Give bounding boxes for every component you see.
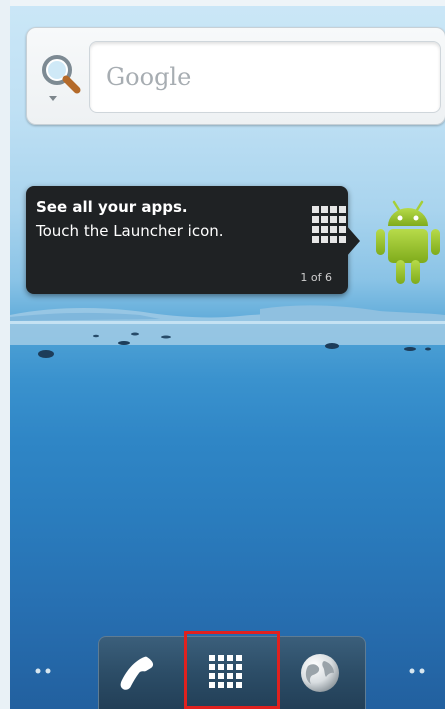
magnifier-icon[interactable] [37, 52, 85, 104]
android-robot-icon [376, 200, 440, 284]
horizon-mountains [10, 305, 445, 345]
tip-arrow [346, 225, 360, 257]
search-placeholder: Google [106, 63, 192, 91]
page-dots-left[interactable] [34, 667, 54, 675]
left-edge [0, 0, 10, 709]
phone-icon[interactable] [117, 653, 157, 693]
launcher-highlight-box [184, 631, 280, 709]
launcher-grid-icon [312, 206, 346, 243]
tip-text: Touch the Launcher icon. [36, 222, 224, 240]
browser-globe-icon[interactable] [298, 651, 342, 695]
page-dots-right[interactable] [406, 667, 426, 675]
tip-page-counter: 1 of 6 [300, 271, 332, 284]
search-input[interactable]: Google [89, 41, 441, 113]
home-screen: Google See all your apps. Touch the Laun… [0, 0, 445, 709]
google-search-widget[interactable]: Google [26, 27, 445, 125]
launcher-tip-bubble[interactable]: See all your apps. Touch the Launcher ic… [26, 186, 348, 294]
top-edge [0, 0, 445, 6]
tip-title: See all your apps. [36, 198, 188, 216]
